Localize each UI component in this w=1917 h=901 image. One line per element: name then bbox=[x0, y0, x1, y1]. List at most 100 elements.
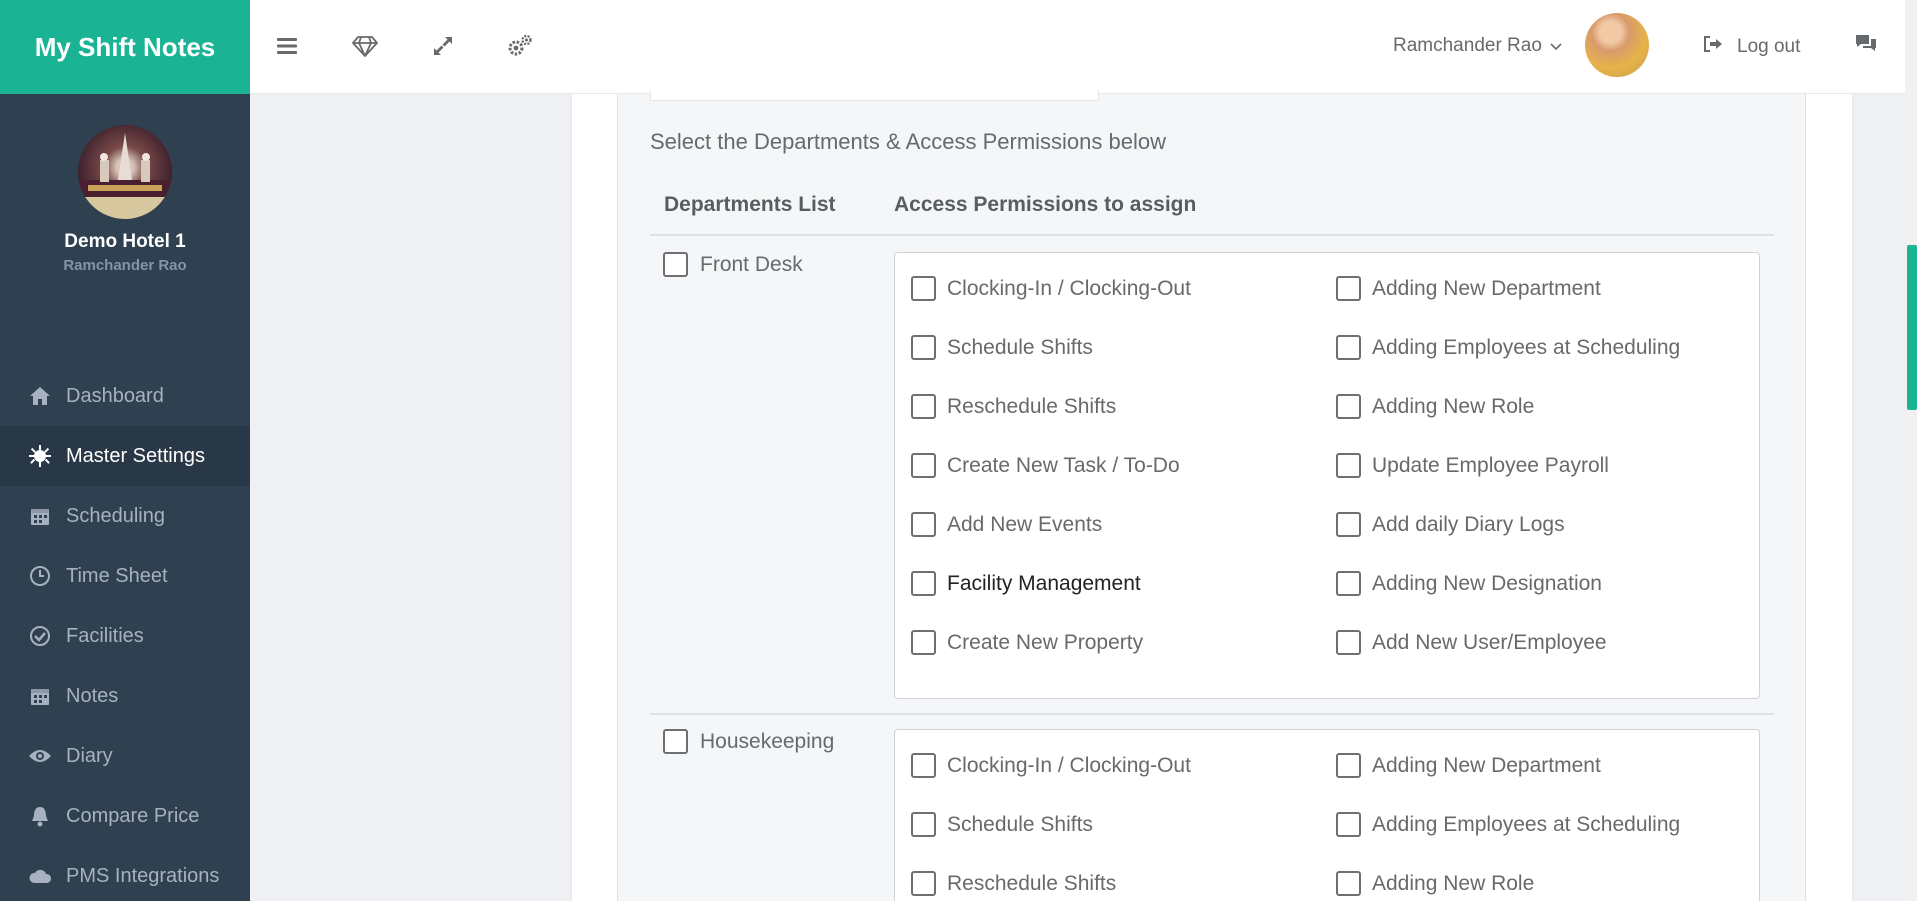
permission-item[interactable]: Create New Property bbox=[911, 630, 1143, 655]
permission-label: Facility Management bbox=[947, 571, 1141, 595]
permission-label: Clocking-In / Clocking-Out bbox=[947, 276, 1191, 300]
permission-label: Reschedule Shifts bbox=[947, 871, 1117, 895]
permission-item[interactable]: Update Employee Payroll bbox=[1336, 453, 1609, 478]
brand-logo[interactable]: My Shift Notes bbox=[0, 0, 250, 94]
permission-item[interactable]: Reschedule Shifts bbox=[911, 871, 1116, 896]
sidebar-item-notes[interactable]: Notes bbox=[0, 666, 250, 726]
permission-item[interactable]: Clocking-In / Clocking-Out bbox=[911, 276, 1191, 301]
permission-item[interactable]: Reschedule Shifts bbox=[911, 394, 1116, 419]
sidebar-item-label: Dashboard bbox=[66, 384, 164, 407]
permission-checkbox[interactable] bbox=[911, 812, 936, 837]
hotel-name: Demo Hotel 1 bbox=[64, 231, 186, 252]
permission-checkbox[interactable] bbox=[911, 871, 936, 896]
cloud-icon bbox=[28, 864, 52, 888]
diamond-icon[interactable] bbox=[350, 31, 380, 61]
home-icon bbox=[28, 384, 52, 408]
permission-item[interactable]: Clocking-In / Clocking-Out bbox=[911, 753, 1191, 778]
permissions-intro: Select the Departments & Access Permissi… bbox=[650, 129, 1167, 154]
sidebar-item-label: PMS Integrations bbox=[66, 864, 220, 887]
user-avatar[interactable] bbox=[1585, 13, 1649, 77]
sidebar-item-dashboard[interactable]: Dashboard bbox=[0, 366, 250, 426]
permission-item[interactable]: Create New Task / To-Do bbox=[911, 453, 1180, 478]
permission-item[interactable]: Adding Employees at Scheduling bbox=[1336, 335, 1680, 360]
sidebar-item-label: Compare Price bbox=[66, 804, 200, 827]
permission-checkbox[interactable] bbox=[1336, 871, 1361, 896]
sidebar-item-facilities[interactable]: Facilities bbox=[0, 606, 250, 666]
profile-block: Demo Hotel 1 Ramchander Rao bbox=[0, 94, 250, 366]
permission-checkbox[interactable] bbox=[911, 394, 936, 419]
permission-label: Reschedule Shifts bbox=[947, 394, 1117, 418]
property-input[interactable] bbox=[650, 90, 1099, 101]
sidebar-item-master-settings[interactable]: Master Settings bbox=[0, 426, 250, 486]
permission-item[interactable]: Adding Employees at Scheduling bbox=[1336, 812, 1680, 837]
permission-checkbox[interactable] bbox=[1336, 512, 1361, 537]
permission-item[interactable]: Add daily Diary Logs bbox=[1336, 512, 1565, 537]
calendar-icon bbox=[28, 504, 52, 528]
permission-checkbox[interactable] bbox=[1336, 335, 1361, 360]
permission-item[interactable]: Add New User/Employee bbox=[1336, 630, 1607, 655]
permission-checkbox[interactable] bbox=[1336, 453, 1361, 478]
permission-checkbox[interactable] bbox=[1336, 630, 1361, 655]
permission-checkbox[interactable] bbox=[911, 453, 936, 478]
page-scrollbar[interactable] bbox=[1905, 0, 1917, 901]
expand-icon[interactable] bbox=[428, 31, 458, 61]
sign-out-icon bbox=[1703, 35, 1723, 59]
permission-item[interactable]: Schedule Shifts bbox=[911, 335, 1093, 360]
gear-icon bbox=[28, 444, 52, 468]
permission-checkbox[interactable] bbox=[911, 512, 936, 537]
department-checkbox[interactable] bbox=[663, 252, 688, 277]
permission-item[interactable]: Schedule Shifts bbox=[911, 812, 1093, 837]
permission-label: Adding Employees at Scheduling bbox=[1372, 812, 1681, 836]
permission-item[interactable]: Add New Events bbox=[911, 512, 1102, 537]
permission-checkbox[interactable] bbox=[911, 276, 936, 301]
user-menu-dropdown[interactable]: Ramchander Rao bbox=[1393, 35, 1562, 57]
sidebar-item-label: Scheduling bbox=[66, 504, 165, 527]
permission-item[interactable]: Adding New Designation bbox=[1336, 571, 1602, 596]
permission-item[interactable]: Adding New Department bbox=[1336, 276, 1601, 301]
chevron-down-icon bbox=[1550, 35, 1562, 57]
chat-icon[interactable] bbox=[1854, 33, 1878, 60]
sidebar-item-scheduling[interactable]: Scheduling bbox=[0, 486, 250, 546]
permission-checkbox[interactable] bbox=[911, 335, 936, 360]
permission-checkbox[interactable] bbox=[1336, 394, 1361, 419]
settings-gears-icon[interactable] bbox=[505, 31, 535, 61]
permission-item[interactable]: Adding New Department bbox=[1336, 753, 1601, 778]
permission-checkbox[interactable] bbox=[911, 630, 936, 655]
permission-label: Add New User/Employee bbox=[1372, 630, 1607, 654]
permission-checkbox[interactable] bbox=[1336, 753, 1361, 778]
permission-label: Adding Employees at Scheduling bbox=[1372, 335, 1681, 359]
department-name: Housekeeping bbox=[700, 729, 835, 753]
permission-label: Adding New Role bbox=[1372, 871, 1535, 895]
sidebar-user-name: Ramchander Rao bbox=[63, 257, 187, 274]
hamburger-menu-icon[interactable] bbox=[272, 31, 302, 61]
sidebar-nav: Dashboard Master Settings Scheduling Tim… bbox=[0, 366, 250, 901]
department-front-desk[interactable]: Front Desk bbox=[663, 252, 803, 277]
permission-item[interactable]: Adding New Role bbox=[1336, 394, 1534, 419]
permission-label: Adding New Department bbox=[1372, 753, 1601, 777]
sidebar-item-pms-integrations[interactable]: PMS Integrations bbox=[0, 846, 250, 901]
permissions-box-front-desk: Clocking-In / Clocking-Out Schedule Shif… bbox=[894, 252, 1760, 699]
logout-button[interactable]: Log out bbox=[1703, 35, 1800, 59]
permissions-box-housekeeping: Clocking-In / Clocking-Out Schedule Shif… bbox=[894, 729, 1760, 901]
permission-checkbox[interactable] bbox=[911, 753, 936, 778]
permission-item[interactable]: Facility Management bbox=[911, 571, 1141, 596]
permission-label: Schedule Shifts bbox=[947, 335, 1093, 359]
permission-item[interactable]: Adding New Role bbox=[1336, 871, 1534, 896]
permission-checkbox[interactable] bbox=[1336, 276, 1361, 301]
permission-label: Clocking-In / Clocking-Out bbox=[947, 753, 1191, 777]
scrollbar-thumb[interactable] bbox=[1907, 245, 1917, 410]
logout-label: Log out bbox=[1737, 36, 1801, 57]
permission-checkbox[interactable] bbox=[911, 571, 936, 596]
permission-label: Add New Events bbox=[947, 512, 1103, 536]
sidebar-item-diary[interactable]: Diary bbox=[0, 726, 250, 786]
permissions-column-header: Access Permissions to assign bbox=[894, 193, 1197, 216]
department-checkbox[interactable] bbox=[663, 729, 688, 754]
sidebar-item-time-sheet[interactable]: Time Sheet bbox=[0, 546, 250, 606]
sidebar-item-compare-price[interactable]: Compare Price bbox=[0, 786, 250, 846]
permission-checkbox[interactable] bbox=[1336, 571, 1361, 596]
permission-checkbox[interactable] bbox=[1336, 812, 1361, 837]
department-housekeeping[interactable]: Housekeeping bbox=[663, 729, 834, 754]
check-circle-icon bbox=[28, 624, 52, 648]
hotel-avatar bbox=[78, 125, 172, 219]
calendar-icon bbox=[28, 684, 52, 708]
